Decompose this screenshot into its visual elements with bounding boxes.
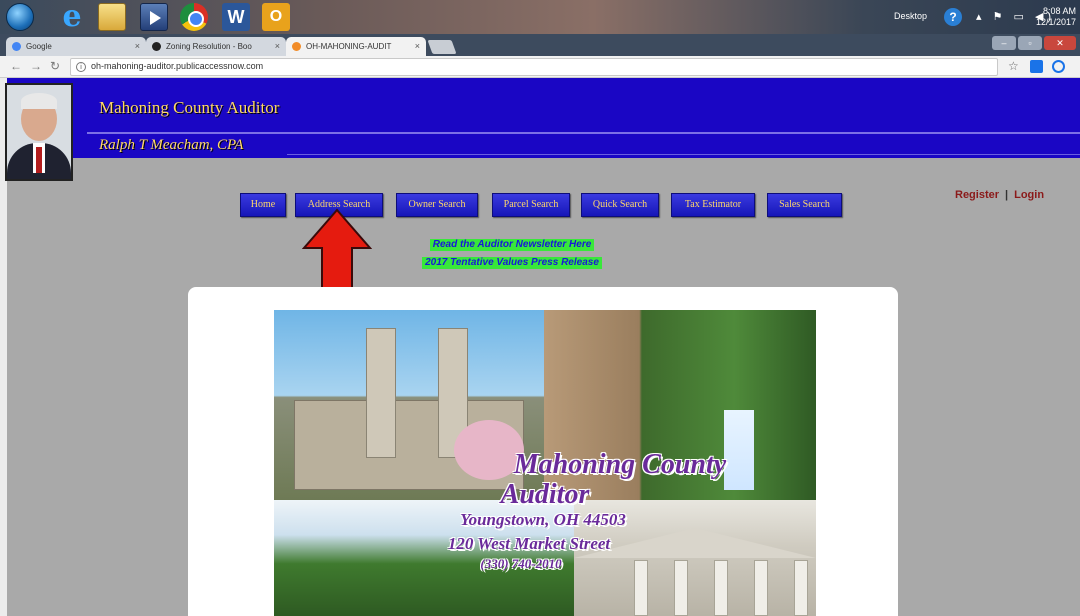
web-page: Mahoning County Auditor Ralph T Meacham,…	[0, 78, 1080, 616]
close-tab-icon[interactable]: ×	[275, 37, 280, 56]
address-bar[interactable]: i oh-mahoning-auditor.publicaccessnow.co…	[70, 58, 998, 76]
close-tab-icon[interactable]: ×	[415, 37, 420, 56]
extension-refresh-icon[interactable]	[1052, 60, 1065, 73]
word-icon[interactable]: W	[222, 3, 250, 31]
windows-start-icon[interactable]	[6, 3, 34, 31]
desktop-toolbar-label[interactable]: Desktop	[894, 11, 927, 21]
announcement-links: Read the Auditor Newsletter Here 2017 Te…	[408, 234, 616, 270]
newsletter-link[interactable]: Read the Auditor Newsletter Here	[429, 239, 595, 251]
auditor-portrait	[5, 83, 73, 181]
clock[interactable]: 8:08 AM 12/1/2017	[1036, 6, 1076, 28]
reload-icon[interactable]: ↻	[50, 59, 60, 73]
window-controls: – ▫ ✕	[992, 36, 1076, 50]
auth-links: Register | Login	[955, 188, 1044, 202]
help-icon[interactable]: ?	[944, 8, 962, 26]
system-tray: Desktop ? ▴ ⚑ ▭ ◀) 8:08 AM 12/1/2017	[880, 0, 1080, 34]
auth-separator: |	[1005, 189, 1009, 201]
google-favicon-icon	[12, 42, 21, 51]
banner-divider	[87, 132, 1080, 134]
browser-toolbar: ← → ↻ i oh-mahoning-auditor.publicaccess…	[0, 56, 1080, 78]
hero-title-line1: Mahoning County	[513, 449, 727, 480]
media-player-icon[interactable]	[140, 3, 168, 31]
nav-home-button[interactable]: Home	[240, 193, 286, 217]
nav-tax-estimator-button[interactable]: Tax Estimator	[671, 193, 755, 217]
hero-title-line2: Auditor	[500, 479, 590, 510]
tab-zoning-resolution[interactable]: Zoning Resolution - Boo ×	[146, 37, 286, 56]
forward-arrow-icon[interactable]: →	[30, 59, 42, 73]
nav-parcel-search-button[interactable]: Parcel Search	[492, 193, 570, 217]
press-release-link[interactable]: 2017 Tentative Values Press Release	[422, 257, 602, 269]
auditor-name: Ralph T Meacham, CPA	[99, 137, 244, 153]
chrome-icon[interactable]	[180, 3, 208, 31]
zoning-favicon-icon	[152, 42, 161, 51]
tab-google[interactable]: Google ×	[6, 37, 146, 56]
outlook-icon[interactable]: O	[262, 3, 290, 31]
tab-label: Zoning Resolution - Boo	[166, 42, 252, 51]
site-banner: Mahoning County Auditor Ralph T Meacham,…	[7, 78, 1080, 158]
login-link[interactable]: Login	[1014, 189, 1044, 201]
nav-sales-search-button[interactable]: Sales Search	[767, 193, 842, 217]
hero-city: Youngstown, OH 44503	[460, 510, 626, 529]
maximize-button[interactable]: ▫	[1018, 36, 1042, 50]
file-explorer-icon[interactable]	[98, 3, 126, 31]
close-tab-icon[interactable]: ×	[135, 37, 140, 56]
tab-label: OH-MAHONING-AUDIT	[306, 42, 392, 51]
bookmark-star-icon[interactable]: ☆	[1008, 59, 1019, 73]
clock-date: 12/1/2017	[1035, 17, 1076, 27]
extension-icon[interactable]	[1030, 60, 1043, 73]
minimize-button[interactable]: –	[992, 36, 1016, 50]
back-arrow-icon[interactable]: ←	[10, 59, 22, 73]
county-photo-collage: Mahoning County Auditor Youngstown, OH 4…	[274, 310, 816, 616]
browser-tab-strip: Google × Zoning Resolution - Boo × OH-MA…	[0, 34, 1080, 56]
site-info-icon[interactable]: i	[76, 62, 86, 72]
windows-taskbar: e W O Desktop ? ▴ ⚑ ▭ ◀) 8:08 AM 12/1/20…	[0, 0, 1080, 34]
new-tab-button[interactable]	[427, 40, 457, 54]
url-text[interactable]: oh-mahoning-auditor.publicaccessnow.com	[91, 61, 263, 71]
clock-time: 8:08 AM	[1042, 6, 1076, 16]
nav-owner-search-button[interactable]: Owner Search	[396, 193, 478, 217]
tab-label: Google	[26, 42, 52, 51]
banner-divider	[287, 154, 1080, 155]
red-up-arrow-annotation	[302, 208, 372, 297]
close-window-button[interactable]: ✕	[1044, 36, 1076, 50]
internet-explorer-icon[interactable]: e	[58, 2, 86, 32]
register-link[interactable]: Register	[955, 189, 999, 201]
tab-mahoning-auditor[interactable]: OH-MAHONING-AUDIT ×	[286, 37, 426, 56]
auditor-favicon-icon	[292, 42, 301, 51]
site-title: Mahoning County Auditor	[99, 98, 280, 117]
hero-phone: (330) 740-2010	[480, 556, 562, 571]
nav-quick-search-button[interactable]: Quick Search	[581, 193, 659, 217]
hero-street: 120 West Market Street	[447, 534, 611, 553]
